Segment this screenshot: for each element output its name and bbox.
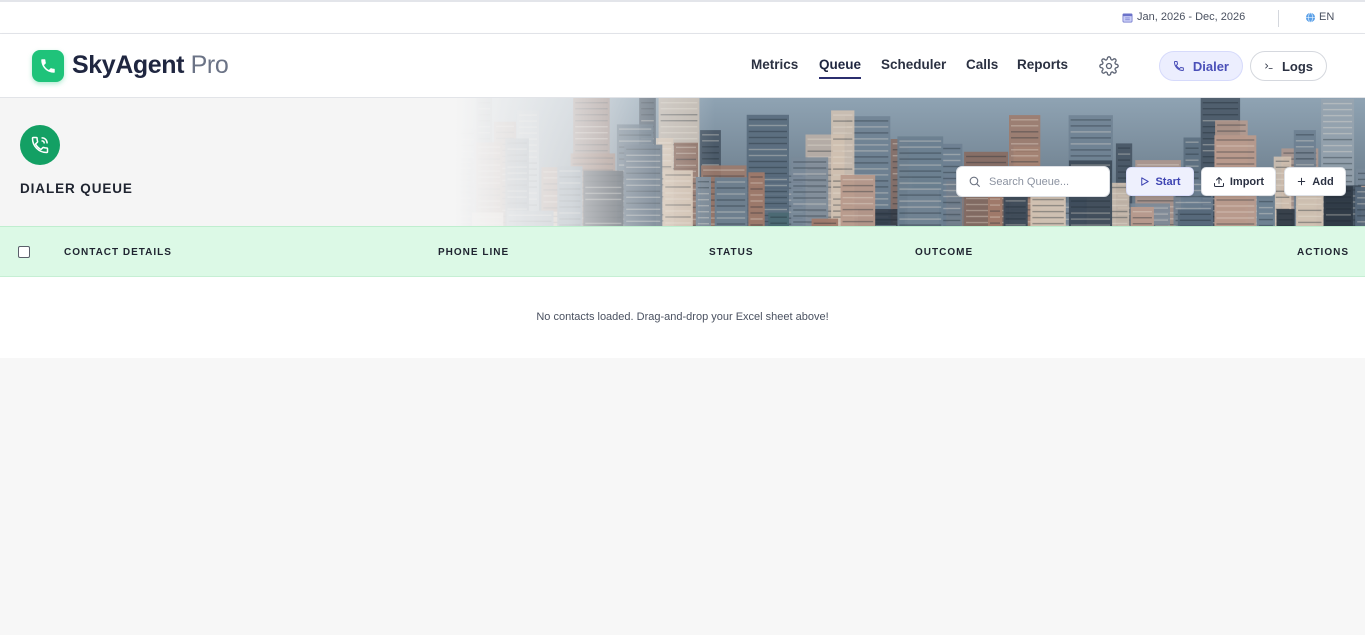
brand-name: SkyAgent Pro [72, 51, 229, 80]
nav-reports[interactable]: Reports [1017, 57, 1068, 72]
phone-icon [41, 59, 55, 73]
city-image-fade [455, 98, 715, 226]
upload-icon [1213, 176, 1224, 187]
import-label: Import [1229, 175, 1265, 188]
add-button[interactable]: Add [1284, 167, 1346, 196]
search-box[interactable] [956, 166, 1110, 197]
brand-main: SkyAgent [72, 51, 185, 79]
empty-state-message: No contacts loaded. Drag-and-drop your E… [536, 311, 829, 323]
nav-scheduler[interactable]: Scheduler [881, 57, 946, 72]
search-icon [969, 176, 980, 187]
language-text: EN [1319, 11, 1335, 23]
phone-call-icon [31, 136, 49, 154]
column-outcome[interactable]: OUTCOME [915, 247, 973, 258]
add-label: Add [1312, 175, 1334, 188]
nav-queue[interactable]: Queue [819, 57, 862, 79]
queue-title-icon-badge [20, 125, 60, 165]
import-button[interactable]: Import [1201, 167, 1276, 196]
date-range-picker[interactable]: Jan, 2026 - Dec, 2026 [1122, 11, 1245, 23]
date-range-text: Jan, 2026 - Dec, 2026 [1137, 11, 1246, 23]
table-body: No contacts loaded. Drag-and-drop your E… [0, 277, 1365, 358]
terminal-icon [1265, 63, 1273, 69]
page-title: DIALER QUEUE [20, 181, 133, 196]
top-utility-bar: Jan, 2026 - Dec, 2026 EN [0, 0, 1365, 34]
nav-calls[interactable]: Calls [966, 57, 998, 72]
start-label: Start [1155, 175, 1181, 188]
dialer-button[interactable]: Dialer [1159, 51, 1243, 81]
queue-hero-banner: DIALER QUEUE Start Import Add [0, 98, 1365, 226]
table-header-row: CONTACT DETAILS PHONE LINE STATUS OUTCOM… [0, 226, 1365, 277]
play-icon [1141, 177, 1150, 186]
logo-badge[interactable] [32, 50, 64, 82]
column-contact-details[interactable]: CONTACT DETAILS [64, 247, 172, 258]
main-header: SkyAgent Pro Metrics Queue Scheduler Cal… [0, 34, 1365, 98]
topbar-divider [1278, 10, 1279, 27]
logs-label: Logs [1281, 58, 1313, 74]
select-all-checkbox[interactable] [18, 246, 30, 258]
phone-icon [1173, 61, 1184, 71]
language-selector[interactable]: EN [1305, 11, 1334, 23]
dialer-label: Dialer [1192, 58, 1229, 74]
globe-icon [1305, 12, 1316, 22]
column-actions: ACTIONS [1297, 247, 1349, 258]
logs-button[interactable]: Logs [1250, 51, 1327, 81]
search-input[interactable] [989, 175, 1097, 188]
plus-icon [1298, 177, 1306, 186]
column-status[interactable]: STATUS [709, 247, 754, 258]
nav-metrics[interactable]: Metrics [751, 57, 798, 72]
calendar-icon [1122, 12, 1133, 22]
gear-icon[interactable] [1099, 56, 1119, 76]
start-button[interactable]: Start [1126, 167, 1194, 196]
brand-suffix: Pro [190, 51, 229, 79]
column-phone-line[interactable]: PHONE LINE [438, 247, 509, 258]
